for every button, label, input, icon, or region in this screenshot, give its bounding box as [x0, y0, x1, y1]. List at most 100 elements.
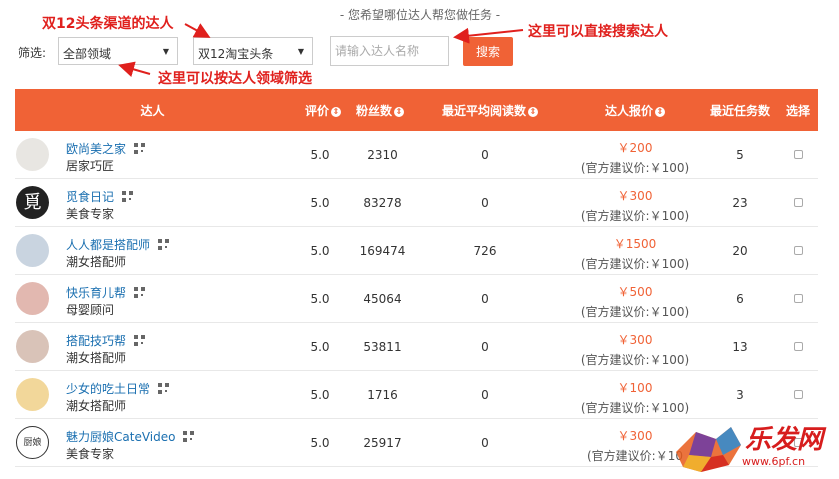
price-cell: ￥100 (官方建议价:￥100)	[565, 379, 705, 416]
watermark-brand: 乐发网	[745, 425, 824, 455]
sort-icon[interactable]: ⇕	[655, 106, 665, 117]
talent-name-link[interactable]: 快乐育儿帮	[66, 284, 146, 301]
qr-code-icon[interactable]	[134, 287, 146, 298]
price-value: ￥500	[617, 285, 653, 299]
talent-category: 母婴顾问	[66, 303, 115, 317]
search-button[interactable]: 搜索	[463, 37, 513, 66]
suggested-price: (官方建议价:￥100)	[580, 161, 690, 175]
price-value: ￥200	[617, 141, 653, 155]
table-row: 覓觅食日记 美食专家 5.0 83278 0 ￥300 (官方建议价:￥100) 23	[15, 179, 818, 227]
header-talent: 达人	[140, 104, 165, 118]
arrow-to-domain	[118, 61, 151, 77]
channel-select[interactable]: 双12淘宝头条 ▼	[193, 37, 313, 65]
table-header: 达人 评价 ⇕ 粉丝数 ⇕ 最近平均阅读数 ⇕ 达人报价 ⇕ 最近任务数 选择	[15, 89, 818, 131]
avatar[interactable]	[16, 282, 49, 315]
talent-category: 潮女搭配师	[66, 351, 127, 365]
arrow-to-channel	[184, 23, 211, 38]
channel-select-value: 双12淘宝头条	[198, 47, 274, 61]
avg-reads-value: 0	[481, 292, 489, 306]
select-checkbox[interactable]	[794, 342, 803, 351]
select-checkbox[interactable]	[794, 294, 803, 303]
price-cell: ￥300 (官方建议价:￥100)	[565, 331, 705, 368]
rating-value: 5.0	[310, 148, 330, 162]
price-cell: ￥300 (官方建议价:￥100)	[565, 187, 705, 224]
sort-icon[interactable]: ⇕	[528, 106, 538, 117]
header-rating[interactable]: 评价 ⇕	[293, 102, 353, 119]
watermark-url: www.6pf.cn	[742, 455, 806, 468]
chevron-down-icon: ▼	[162, 47, 169, 56]
price-value: ￥300	[617, 333, 653, 347]
talent-category: 居家巧匠	[66, 159, 115, 173]
tasks-value: 3	[736, 388, 744, 402]
avg-reads-value: 726	[473, 244, 497, 258]
rating-value: 5.0	[310, 196, 330, 210]
annotation-search: 这里可以直接搜索达人	[528, 24, 668, 40]
talent-name-link[interactable]: 人人都是搭配师	[66, 236, 170, 253]
sort-icon[interactable]: ⇕	[331, 106, 341, 117]
select-checkbox[interactable]	[794, 198, 803, 207]
tasks-value: 23	[732, 196, 748, 210]
tasks-value: 13	[732, 340, 748, 354]
talent-name-link[interactable]: 魅力厨娘CateVideo	[66, 428, 195, 445]
fans-value: 53811	[363, 340, 402, 354]
suggested-price: (官方建议价:￥100)	[580, 257, 690, 271]
price-value: ￥1500	[613, 237, 657, 251]
suggested-price: (官方建议价:￥100)	[580, 209, 690, 223]
avatar[interactable]: 覓	[16, 186, 49, 219]
filter-label: 筛选:	[18, 46, 47, 60]
task-hint: - 您希望哪位达人帮您做任务 -	[339, 8, 501, 22]
select-checkbox[interactable]	[794, 246, 803, 255]
annotation-channel: 双12头条渠道的达人	[42, 16, 174, 32]
table-row: 人人都是搭配师 潮女搭配师 5.0 169474 726 ￥1500 (官方建议价:￥100…	[15, 227, 818, 275]
talent-category: 潮女搭配师	[66, 399, 127, 413]
avg-reads-value: 0	[481, 340, 489, 354]
header-avg-reads[interactable]: 最近平均阅读数 ⇕	[425, 102, 555, 119]
annotation-domain: 这里可以按达人领域筛选	[158, 71, 312, 87]
arrow-to-search	[453, 27, 524, 44]
avatar[interactable]	[16, 378, 49, 411]
qr-code-icon[interactable]	[134, 335, 146, 346]
avatar[interactable]	[16, 138, 49, 171]
talent-name-link[interactable]: 觅食日记	[66, 188, 134, 205]
fans-value: 2310	[367, 148, 398, 162]
avatar[interactable]: 厨娘	[16, 426, 49, 459]
select-checkbox[interactable]	[794, 390, 803, 399]
fans-value: 45064	[363, 292, 402, 306]
domain-select[interactable]: 全部领域 ▼	[58, 37, 178, 65]
talent-name-link[interactable]: 搭配技巧帮	[66, 332, 146, 349]
header-price[interactable]: 达人报价 ⇕	[585, 102, 685, 119]
suggested-price: (官方建议价:￥100)	[580, 401, 690, 415]
header-fans[interactable]: 粉丝数 ⇕	[345, 102, 415, 119]
talent-name-link[interactable]: 少女的吃土日常	[66, 380, 170, 397]
fans-value: 1716	[367, 388, 398, 402]
price-cell: ￥1500 (官方建议价:￥100)	[565, 235, 705, 272]
rating-value: 5.0	[310, 292, 330, 306]
avatar[interactable]	[16, 330, 49, 363]
sort-icon[interactable]: ⇕	[394, 106, 404, 117]
table-row: 欧尚美之家 居家巧匠 5.0 2310 0 ￥200 (官方建议价:￥100) 5	[15, 131, 818, 179]
search-input[interactable]	[330, 36, 449, 66]
domain-select-value: 全部领域	[63, 47, 112, 61]
rating-value: 5.0	[310, 244, 330, 258]
suggested-price: (官方建议价:￥100)	[580, 305, 690, 319]
header-tasks: 最近任务数	[709, 104, 770, 118]
qr-code-icon[interactable]	[158, 239, 170, 250]
talent-category: 美食专家	[66, 207, 115, 221]
qr-code-icon[interactable]	[183, 431, 195, 442]
qr-code-icon[interactable]	[134, 143, 146, 154]
table-row: 快乐育儿帮 母婴顾问 5.0 45064 0 ￥500 (官方建议价:￥100) 6	[15, 275, 818, 323]
talent-category: 美食专家	[66, 447, 115, 461]
qr-code-icon[interactable]	[122, 191, 134, 202]
avg-reads-value: 0	[481, 148, 489, 162]
price-value: ￥100	[617, 381, 653, 395]
talent-name-link[interactable]: 欧尚美之家	[66, 140, 146, 157]
rating-value: 5.0	[310, 388, 330, 402]
select-checkbox[interactable]	[794, 150, 803, 159]
qr-code-icon[interactable]	[158, 383, 170, 394]
talent-category: 潮女搭配师	[66, 255, 127, 269]
avatar[interactable]	[16, 234, 49, 267]
chevron-down-icon: ▼	[297, 47, 304, 56]
rating-value: 5.0	[310, 340, 330, 354]
talent-table: 达人 评价 ⇕ 粉丝数 ⇕ 最近平均阅读数 ⇕ 达人报价 ⇕ 最近任务数 选择 欧尚美之…	[15, 89, 818, 467]
table-row: 少女的吃土日常 潮女搭配师 5.0 1716 0 ￥100 (官方建议价:￥100) 3	[15, 371, 818, 419]
